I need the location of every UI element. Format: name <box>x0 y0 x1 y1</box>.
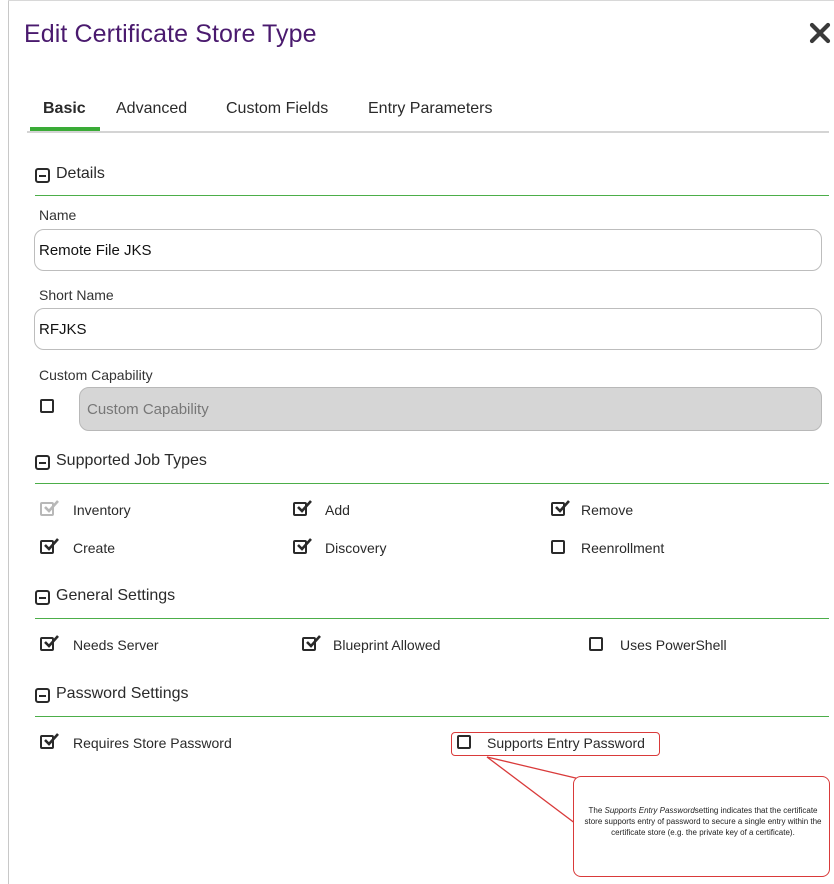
uses-powershell-label: Uses PowerShell <box>620 637 727 653</box>
custom-capability-checkbox[interactable] <box>40 399 54 413</box>
blueprint-allowed-label: Blueprint Allowed <box>333 637 441 653</box>
dialog-title: Edit Certificate Store Type <box>24 20 317 48</box>
needs-server-checkbox[interactable] <box>40 635 59 651</box>
discovery-label: Discovery <box>325 540 387 556</box>
needs-server-label: Needs Server <box>73 637 159 653</box>
collapse-icon[interactable] <box>35 168 50 183</box>
section-details: Details <box>35 164 829 196</box>
tab-custom-fields[interactable]: Custom Fields <box>226 100 328 118</box>
close-icon[interactable] <box>806 17 834 47</box>
reenrollment-checkbox[interactable] <box>551 540 565 554</box>
requires-store-password-label: Requires Store Password <box>73 735 232 751</box>
requires-store-password-checkbox[interactable] <box>40 733 59 749</box>
custom-capability-input: Custom Capability <box>79 387 822 431</box>
section-password-settings: Password Settings <box>35 684 829 717</box>
section-general-settings: General Settings <box>35 586 829 619</box>
section-title: General Settings <box>56 587 176 604</box>
discovery-checkbox[interactable] <box>293 538 312 554</box>
blueprint-allowed-checkbox[interactable] <box>302 635 321 651</box>
create-label: Create <box>73 540 116 556</box>
tab-entry-parameters[interactable]: Entry Parameters <box>368 100 492 118</box>
name-label: Name <box>39 207 77 223</box>
inventory-label: Inventory <box>73 502 131 518</box>
dialog-border-top <box>8 0 834 1</box>
tab-bar: Basic Advanced Custom Fields Entry Param… <box>27 99 829 133</box>
callout-text: The Supports Entry Passwordsetting indic… <box>582 805 824 838</box>
add-checkbox[interactable] <box>293 500 312 516</box>
custom-capability-label: Custom Capability <box>39 367 153 383</box>
collapse-icon[interactable] <box>35 455 50 470</box>
reenrollment-label: Reenrollment <box>581 540 665 556</box>
inventory-checkbox <box>40 500 59 516</box>
short-name-input[interactable]: RFJKS <box>34 308 822 350</box>
collapse-icon[interactable] <box>35 590 50 605</box>
collapse-icon[interactable] <box>35 688 50 703</box>
remove-label: Remove <box>581 502 634 518</box>
remove-checkbox[interactable] <box>551 500 570 516</box>
add-label: Add <box>325 502 350 518</box>
callout-emphasis: Supports Entry Password <box>604 806 695 815</box>
section-title: Password Settings <box>56 685 189 702</box>
section-title: Details <box>56 165 105 182</box>
short-name-label: Short Name <box>39 287 114 303</box>
tab-basic[interactable]: Basic <box>43 100 86 118</box>
create-checkbox[interactable] <box>40 538 59 554</box>
name-input[interactable]: Remote File JKS <box>34 229 822 271</box>
section-supported-job-types: Supported Job Types <box>35 451 829 484</box>
callout-tooltip: The Supports Entry Passwordsetting indic… <box>573 776 830 877</box>
callout-highlight <box>451 732 660 756</box>
tab-advanced[interactable]: Advanced <box>116 100 187 118</box>
dialog-border-left <box>8 0 9 884</box>
uses-powershell-checkbox[interactable] <box>589 637 603 651</box>
active-tab-indicator <box>30 127 100 131</box>
callout-prefix: The <box>588 806 605 815</box>
section-title: Supported Job Types <box>56 452 207 469</box>
